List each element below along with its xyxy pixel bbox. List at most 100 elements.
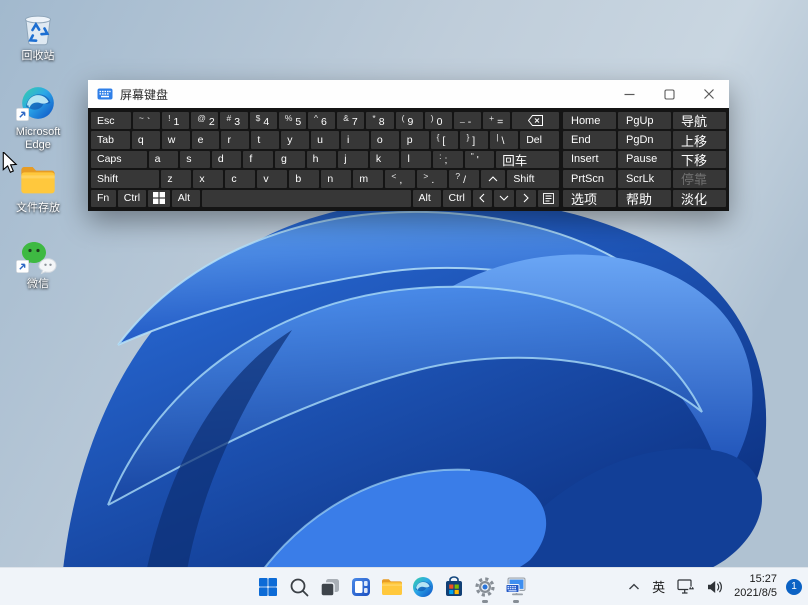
key-p[interactable]: p bbox=[401, 131, 429, 148]
key-m[interactable]: m bbox=[353, 170, 383, 187]
clock[interactable]: 15:27 2021/8/5 bbox=[730, 573, 781, 599]
key-Fn[interactable]: Fn bbox=[91, 190, 116, 207]
key-3[interactable]: #3 bbox=[220, 112, 247, 129]
key-w[interactable]: w bbox=[162, 131, 190, 148]
key-Ctrl[interactable]: Ctrl bbox=[443, 190, 471, 207]
key-u[interactable]: u bbox=[311, 131, 339, 148]
key-;[interactable]: :; bbox=[433, 151, 463, 168]
key-0[interactable]: )0 bbox=[425, 112, 452, 129]
key-Pause[interactable]: Pause bbox=[618, 151, 671, 168]
key-d[interactable]: d bbox=[212, 151, 242, 168]
key-淡化[interactable]: 淡化 bbox=[673, 190, 726, 207]
taskbar-search-icon[interactable] bbox=[283, 568, 314, 605]
key-Alt[interactable]: Alt bbox=[413, 190, 441, 207]
key-up[interactable] bbox=[481, 170, 505, 187]
key-e[interactable]: e bbox=[192, 131, 220, 148]
key-q[interactable]: q bbox=[132, 131, 160, 148]
key-5[interactable]: %5 bbox=[279, 112, 306, 129]
taskbar-start-icon[interactable] bbox=[252, 568, 283, 605]
key-7[interactable]: &7 bbox=[337, 112, 364, 129]
key-v[interactable]: v bbox=[257, 170, 287, 187]
hidden-icons-chevron-icon[interactable] bbox=[623, 572, 645, 602]
notification-badge[interactable]: 1 bbox=[786, 579, 802, 595]
close-button[interactable] bbox=[689, 80, 729, 108]
key-Esc[interactable]: Esc bbox=[91, 112, 131, 129]
key-PgDn[interactable]: PgDn bbox=[618, 131, 671, 148]
key-b[interactable]: b bbox=[289, 170, 319, 187]
key-y[interactable]: y bbox=[281, 131, 309, 148]
key-ScrLk[interactable]: ScrLk bbox=[618, 170, 671, 187]
key-down[interactable] bbox=[494, 190, 514, 207]
key-导航[interactable]: 导航 bbox=[673, 112, 726, 129]
key-上移[interactable]: 上移 bbox=[673, 131, 726, 148]
key-h[interactable]: h bbox=[307, 151, 337, 168]
key-PgUp[interactable]: PgUp bbox=[618, 112, 671, 129]
taskbar-settings-icon[interactable] bbox=[469, 568, 500, 605]
key-回车[interactable]: 回车 bbox=[496, 151, 559, 168]
key-a[interactable]: a bbox=[149, 151, 179, 168]
key-'[interactable]: "' bbox=[465, 151, 495, 168]
key-,[interactable]: <, bbox=[385, 170, 415, 187]
maximize-button[interactable] bbox=[649, 80, 689, 108]
minimize-button[interactable] bbox=[609, 80, 649, 108]
taskbar-store-icon[interactable] bbox=[438, 568, 469, 605]
key-x[interactable]: x bbox=[193, 170, 223, 187]
key-o[interactable]: o bbox=[371, 131, 399, 148]
key-win[interactable] bbox=[148, 190, 170, 207]
key-2[interactable]: @2 bbox=[191, 112, 218, 129]
desktop-icon-edge[interactable]: Microsoft Edge bbox=[5, 84, 71, 152]
key-9[interactable]: (9 bbox=[396, 112, 423, 129]
key-/[interactable]: ?/ bbox=[449, 170, 479, 187]
key-Shift[interactable]: Shift bbox=[507, 170, 559, 187]
key-6[interactable]: ^6 bbox=[308, 112, 335, 129]
key-f[interactable]: f bbox=[243, 151, 273, 168]
key-=[interactable]: += bbox=[483, 112, 510, 129]
key-Caps[interactable]: Caps bbox=[91, 151, 147, 168]
key-Alt[interactable]: Alt bbox=[172, 190, 200, 207]
key-4[interactable]: $4 bbox=[250, 112, 277, 129]
key-menu[interactable] bbox=[538, 190, 559, 207]
key-8[interactable]: *8 bbox=[366, 112, 393, 129]
key-][interactable]: }] bbox=[460, 131, 488, 148]
taskbar-task-view-icon[interactable] bbox=[314, 568, 345, 605]
key-s[interactable]: s bbox=[180, 151, 210, 168]
key-.[interactable]: >. bbox=[417, 170, 447, 187]
key-space[interactable] bbox=[202, 190, 411, 207]
key-k[interactable]: k bbox=[370, 151, 400, 168]
key-c[interactable]: c bbox=[225, 170, 255, 187]
key-l[interactable]: l bbox=[401, 151, 431, 168]
key-下移[interactable]: 下移 bbox=[673, 151, 726, 168]
key-r[interactable]: r bbox=[221, 131, 249, 148]
key-Tab[interactable]: Tab bbox=[91, 131, 130, 148]
key-right[interactable] bbox=[516, 190, 536, 207]
key-i[interactable]: i bbox=[341, 131, 369, 148]
key-z[interactable]: z bbox=[161, 170, 191, 187]
key-Shift[interactable]: Shift bbox=[91, 170, 159, 187]
taskbar-osk-app-icon[interactable] bbox=[500, 568, 531, 605]
taskbar-file-explorer-icon[interactable] bbox=[376, 568, 407, 605]
key-g[interactable]: g bbox=[275, 151, 305, 168]
key-left[interactable] bbox=[473, 190, 493, 207]
key-backspace[interactable] bbox=[512, 112, 559, 129]
key-1[interactable]: !1 bbox=[162, 112, 189, 129]
key-\[interactable]: |\ bbox=[490, 131, 518, 148]
key-n[interactable]: n bbox=[321, 170, 351, 187]
taskbar-widgets-icon[interactable] bbox=[345, 568, 376, 605]
key-选项[interactable]: 选项 bbox=[563, 190, 616, 207]
volume-icon[interactable] bbox=[702, 572, 728, 602]
key-帮助[interactable]: 帮助 bbox=[618, 190, 671, 207]
network-icon[interactable] bbox=[672, 572, 700, 602]
key-t[interactable]: t bbox=[251, 131, 279, 148]
key--[interactable]: _- bbox=[454, 112, 481, 129]
key-`[interactable]: ~` bbox=[133, 112, 160, 129]
desktop-icon-wechat[interactable]: 微信 bbox=[5, 236, 71, 291]
key-End[interactable]: End bbox=[563, 131, 616, 148]
key-Home[interactable]: Home bbox=[563, 112, 616, 129]
taskbar-edge-icon[interactable] bbox=[407, 568, 438, 605]
key-Ctrl[interactable]: Ctrl bbox=[118, 190, 146, 207]
osk-titlebar[interactable]: 屏幕键盘 bbox=[88, 80, 729, 108]
key-PrtScn[interactable]: PrtScn bbox=[563, 170, 616, 187]
ime-indicator[interactable]: 英 bbox=[647, 572, 670, 602]
key-j[interactable]: j bbox=[338, 151, 368, 168]
key-Insert[interactable]: Insert bbox=[563, 151, 616, 168]
